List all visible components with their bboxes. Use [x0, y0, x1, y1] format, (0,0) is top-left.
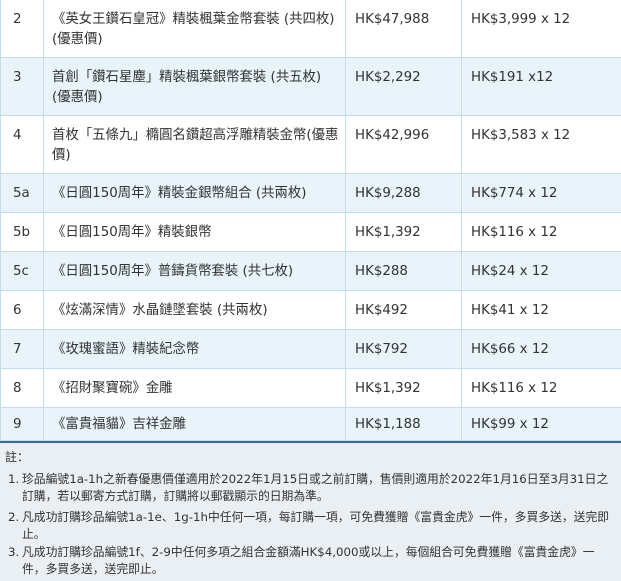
- table-row: 4 首枚「五條九」橢圓名鑽超高浮雕精裝金幣(優惠價) HK$42,996 HK$…: [0, 116, 621, 174]
- note-index: 3.: [8, 545, 20, 559]
- table-row: 8 《招財聚寶碗》金雕 HK$1,392 HK$116 x 12: [0, 369, 621, 408]
- item-name: 《日圓150周年》精裝銀幣: [44, 213, 346, 252]
- item-name: 首創「鑽石星塵」精裝楓葉銀幣套裝 (共五枚)(優惠價): [44, 58, 346, 116]
- note-text: 珍品編號1a-1h之新春優惠價僅適用於2022年1月15日或之前訂購，售價則適用…: [22, 472, 609, 503]
- item-price: HK$1,392: [346, 369, 462, 408]
- item-number: 5a: [0, 174, 44, 213]
- table-row: 3 首創「鑽石星塵」精裝楓葉銀幣套裝 (共五枚)(優惠價) HK$2,292 H…: [0, 58, 621, 116]
- notes-section: 註： 1. 珍品編號1a-1h之新春優惠價僅適用於2022年1月15日或之前訂購…: [0, 443, 621, 581]
- table-row: 2 《英女王鑽石皇冠》精裝楓葉金幣套裝 (共四枚)(優惠價) HK$47,988…: [0, 0, 621, 58]
- item-number: 2: [0, 0, 44, 58]
- item-installment: HK$774 x 12: [462, 174, 621, 213]
- item-number: 5c: [0, 252, 44, 291]
- item-name: 首枚「五條九」橢圓名鑽超高浮雕精裝金幣(優惠價): [44, 116, 346, 174]
- item-installment: HK$3,583 x 12: [462, 116, 621, 174]
- item-number: 4: [0, 116, 44, 174]
- item-name: 《日圓150周年》普鑄貨幣套裝 (共七枚): [44, 252, 346, 291]
- item-name: 《日圓150周年》精裝金銀幣組合 (共兩枚): [44, 174, 346, 213]
- table-row: 5b 《日圓150周年》精裝銀幣 HK$1,392 HK$116 x 12: [0, 213, 621, 252]
- item-name: 《英女王鑽石皇冠》精裝楓葉金幣套裝 (共四枚)(優惠價): [44, 0, 346, 58]
- item-price: HK$42,996: [346, 116, 462, 174]
- note-index: 2.: [8, 510, 20, 524]
- item-number: 9: [0, 408, 44, 441]
- item-installment: HK$99 x 12: [462, 408, 621, 441]
- table-row: 5a 《日圓150周年》精裝金銀幣組合 (共兩枚) HK$9,288 HK$77…: [0, 174, 621, 213]
- notes-title: 註：: [5, 450, 30, 464]
- note-text: 凡成功訂購珍品編號1f、2-9中任何多項之組合金額滿HK$4,000或以上，每個…: [22, 545, 595, 576]
- note-item: 3. 凡成功訂購珍品編號1f、2-9中任何多項之組合金額滿HK$4,000或以上…: [8, 544, 613, 578]
- item-price: HK$792: [346, 330, 462, 369]
- table-row: 7 《玫瑰蜜語》精裝紀念幣 HK$792 HK$66 x 12: [0, 330, 621, 369]
- item-number: 3: [0, 58, 44, 116]
- note-item: 2. 凡成功訂購珍品編號1a-1e、1g-1h中任何一項，每訂購一項，可免費獲贈…: [8, 509, 613, 543]
- item-installment: HK$24 x 12: [462, 252, 621, 291]
- item-price: HK$1,188: [346, 408, 462, 441]
- item-installment: HK$191 x12: [462, 58, 621, 116]
- item-installment: HK$66 x 12: [462, 330, 621, 369]
- item-number: 7: [0, 330, 44, 369]
- item-price: HK$2,292: [346, 58, 462, 116]
- item-name: 《富貴福貓》吉祥金雕: [44, 408, 346, 441]
- item-installment: HK$116 x 12: [462, 369, 621, 408]
- item-price: HK$288: [346, 252, 462, 291]
- item-name: 《炫滿深情》水晶鏈墜套裝 (共兩枚): [44, 291, 346, 330]
- item-installment: HK$116 x 12: [462, 213, 621, 252]
- item-installment: HK$41 x 12: [462, 291, 621, 330]
- table-row: 9 《富貴福貓》吉祥金雕 HK$1,188 HK$99 x 12: [0, 408, 621, 441]
- item-installment: HK$3,999 x 12: [462, 0, 621, 58]
- item-number: 5b: [0, 213, 44, 252]
- table-row: 6 《炫滿深情》水晶鏈墜套裝 (共兩枚) HK$492 HK$41 x 12: [0, 291, 621, 330]
- item-number: 8: [0, 369, 44, 408]
- item-price: HK$47,988: [346, 0, 462, 58]
- item-price: HK$1,392: [346, 213, 462, 252]
- item-number: 6: [0, 291, 44, 330]
- item-name: 《玫瑰蜜語》精裝紀念幣: [44, 330, 346, 369]
- note-item: 1. 珍品編號1a-1h之新春優惠價僅適用於2022年1月15日或之前訂購，售價…: [8, 471, 613, 505]
- item-price: HK$492: [346, 291, 462, 330]
- table-row: 5c 《日圓150周年》普鑄貨幣套裝 (共七枚) HK$288 HK$24 x …: [0, 252, 621, 291]
- item-price: HK$9,288: [346, 174, 462, 213]
- item-name: 《招財聚寶碗》金雕: [44, 369, 346, 408]
- note-text: 凡成功訂購珍品編號1a-1e、1g-1h中任何一項，每訂購一項，可免費獲贈《富貴…: [22, 510, 610, 541]
- note-index: 1.: [8, 472, 20, 486]
